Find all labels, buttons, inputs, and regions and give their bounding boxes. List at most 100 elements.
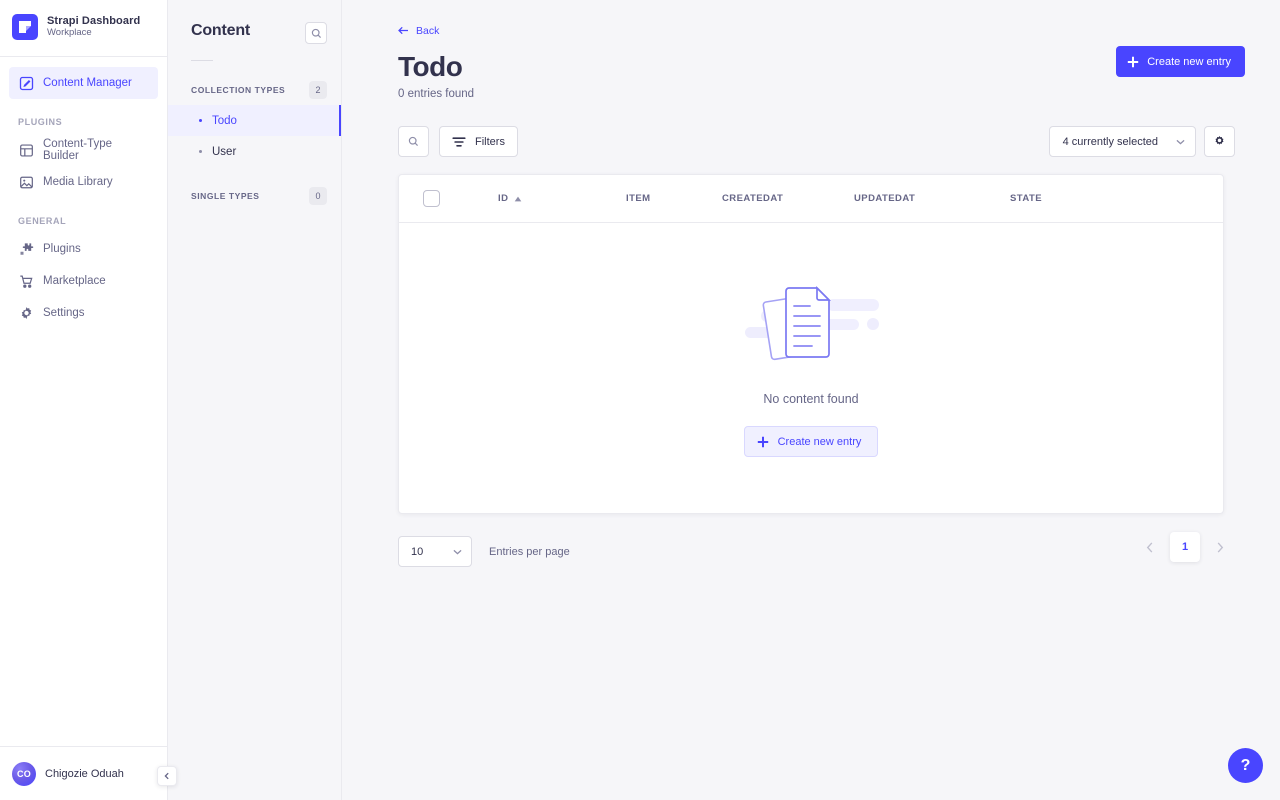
nav-group-plugins: Content-Type Builder Media Library: [0, 134, 167, 198]
sidebar-item-media-library[interactable]: Media Library: [9, 166, 158, 198]
create-new-entry-button[interactable]: Create new entry: [1116, 46, 1245, 77]
plus-icon: [757, 436, 768, 448]
content-panel-header: Content: [168, 0, 341, 44]
back-label: Back: [416, 24, 440, 37]
collection-types-label: COLLECTION TYPES: [191, 85, 286, 95]
entries-per-page-select[interactable]: 10: [398, 536, 472, 568]
page-number-1[interactable]: 1: [1170, 532, 1200, 563]
sidebar-item-settings[interactable]: Settings: [9, 297, 158, 329]
field-select[interactable]: 4 currently selected: [1048, 126, 1196, 158]
empty-state: No content found Create new entry: [399, 223, 1223, 513]
filter-icon: [452, 137, 466, 147]
collection-types-count: 2: [309, 81, 327, 99]
single-types-count: 0: [309, 187, 327, 205]
select-all-checkbox[interactable]: [423, 190, 440, 208]
collection-item-label: Todo: [212, 114, 237, 127]
documents-illustration: [745, 286, 879, 361]
column-label: ITEM: [626, 193, 651, 205]
empty-state-text: No content found: [763, 392, 859, 407]
question-mark-icon: ?: [1240, 756, 1251, 774]
column-header-id[interactable]: ID: [498, 193, 626, 204]
pagination-bar: 10 Entries per page 1: [342, 514, 1280, 568]
sidebar-item-content-manager[interactable]: Content Manager: [9, 67, 158, 99]
column-label: CREATEDAT: [722, 193, 784, 205]
search-icon: [311, 28, 321, 38]
caret-up-icon: [515, 196, 522, 202]
main-sidebar: Strapi Dashboard Workplace Content Manag…: [0, 0, 177, 800]
content-search-button[interactable]: [305, 22, 327, 44]
collection-item-user[interactable]: User: [168, 136, 341, 167]
chevron-down-icon: [1176, 139, 1185, 145]
panel-divider: [191, 60, 213, 61]
chevron-left-icon: [1146, 542, 1153, 553]
app-root: Strapi Dashboard Workplace Content Manag…: [0, 0, 1280, 800]
image-icon: [18, 174, 34, 190]
chevron-right-icon: [1217, 542, 1224, 553]
column-header-state[interactable]: STATE: [1010, 193, 1160, 204]
chevron-down-icon: [453, 549, 462, 555]
filters-button[interactable]: Filters: [439, 126, 518, 158]
cog-icon: [1215, 136, 1224, 146]
sidebar-item-label: Settings: [43, 307, 85, 319]
sidebar-item-label: Plugins: [43, 243, 81, 255]
table-header-row: ID ITEM CREATEDAT UPDATEDAT STATE: [399, 175, 1223, 224]
nav-section-general-label: GENERAL: [18, 216, 67, 226]
page-navigation: 1: [1135, 532, 1235, 563]
table-settings-button[interactable]: [1204, 126, 1235, 158]
collection-types-list: Todo User: [168, 105, 341, 167]
table-search-button[interactable]: [398, 126, 429, 158]
main-content: Back Todo 0 entries found Create new ent…: [342, 0, 1280, 800]
strapi-logo-icon: [12, 14, 38, 40]
next-page-button[interactable]: [1205, 532, 1235, 562]
column-header-item[interactable]: ITEM: [626, 193, 722, 204]
brand-text: Strapi Dashboard Workplace: [47, 15, 140, 40]
page-header: Back Todo 0 entries found Create new ent…: [342, 0, 1280, 100]
brand-header[interactable]: Strapi Dashboard Workplace: [0, 0, 167, 57]
empty-create-new-entry-button[interactable]: Create new entry: [743, 426, 879, 458]
page-title: Todo: [398, 51, 463, 82]
column-header-createdat[interactable]: CREATEDAT: [722, 193, 854, 204]
column-header-updatedat[interactable]: UPDATEDAT: [854, 193, 1010, 204]
content-panel-title: Content: [191, 22, 251, 39]
column-label: UPDATEDAT: [854, 193, 916, 205]
chevron-left-icon: [164, 772, 169, 780]
search-icon: [408, 137, 419, 147]
brand-title: Strapi Dashboard: [47, 14, 141, 27]
shopping-cart-icon: [18, 273, 34, 289]
sidebar-item-content-type-builder[interactable]: Content-Type Builder: [9, 134, 158, 166]
collection-item-todo[interactable]: Todo: [168, 105, 341, 136]
column-label: STATE: [1010, 193, 1042, 205]
help-button[interactable]: ?: [1228, 748, 1263, 783]
nav-group-general: Plugins Marketplace Settings: [0, 233, 167, 329]
field-select-value: 4 currently selected: [1062, 135, 1158, 148]
content-types-panel: Content COLLECTION TYPES 2 Todo User SIN…: [168, 0, 342, 800]
sidebar-item-plugins[interactable]: Plugins: [9, 233, 158, 265]
nav-primary: Content Manager: [0, 57, 167, 99]
gear-icon: [18, 305, 34, 321]
toolbar-right-group: 4 currently selected: [1048, 126, 1235, 158]
avatar: CO: [12, 761, 36, 786]
sidebar-item-label: Marketplace: [43, 275, 106, 287]
back-link[interactable]: Back: [398, 25, 439, 37]
brand-subtitle: Workplace: [47, 27, 92, 39]
user-name: Chigozie Oduah: [45, 767, 124, 780]
nav-section-plugins-label: PLUGINS: [18, 117, 63, 127]
sidebar-item-label: Content Manager: [43, 77, 132, 89]
create-new-entry-label: Create new entry: [1147, 55, 1231, 68]
collection-types-header: COLLECTION TYPES 2: [168, 81, 341, 99]
sidebar-item-label: Media Library: [43, 176, 113, 188]
sidebar-item-label: Content-Type Builder: [43, 138, 113, 162]
plus-icon: [1128, 56, 1139, 67]
sidebar-item-marketplace[interactable]: Marketplace: [9, 265, 158, 297]
entries-per-page-label: Entries per page: [489, 545, 570, 558]
column-label: ID: [498, 193, 509, 205]
layout-icon: [18, 142, 34, 158]
bullet-icon: [199, 119, 202, 122]
puzzle-icon: [18, 241, 34, 257]
user-profile[interactable]: CO Chigozie Oduah: [0, 746, 177, 800]
sidebar-collapse-button[interactable]: [157, 766, 177, 786]
previous-page-button[interactable]: [1135, 532, 1165, 562]
table-toolbar: Filters 4 currently selected: [342, 100, 1280, 158]
bullet-icon: [199, 150, 202, 153]
